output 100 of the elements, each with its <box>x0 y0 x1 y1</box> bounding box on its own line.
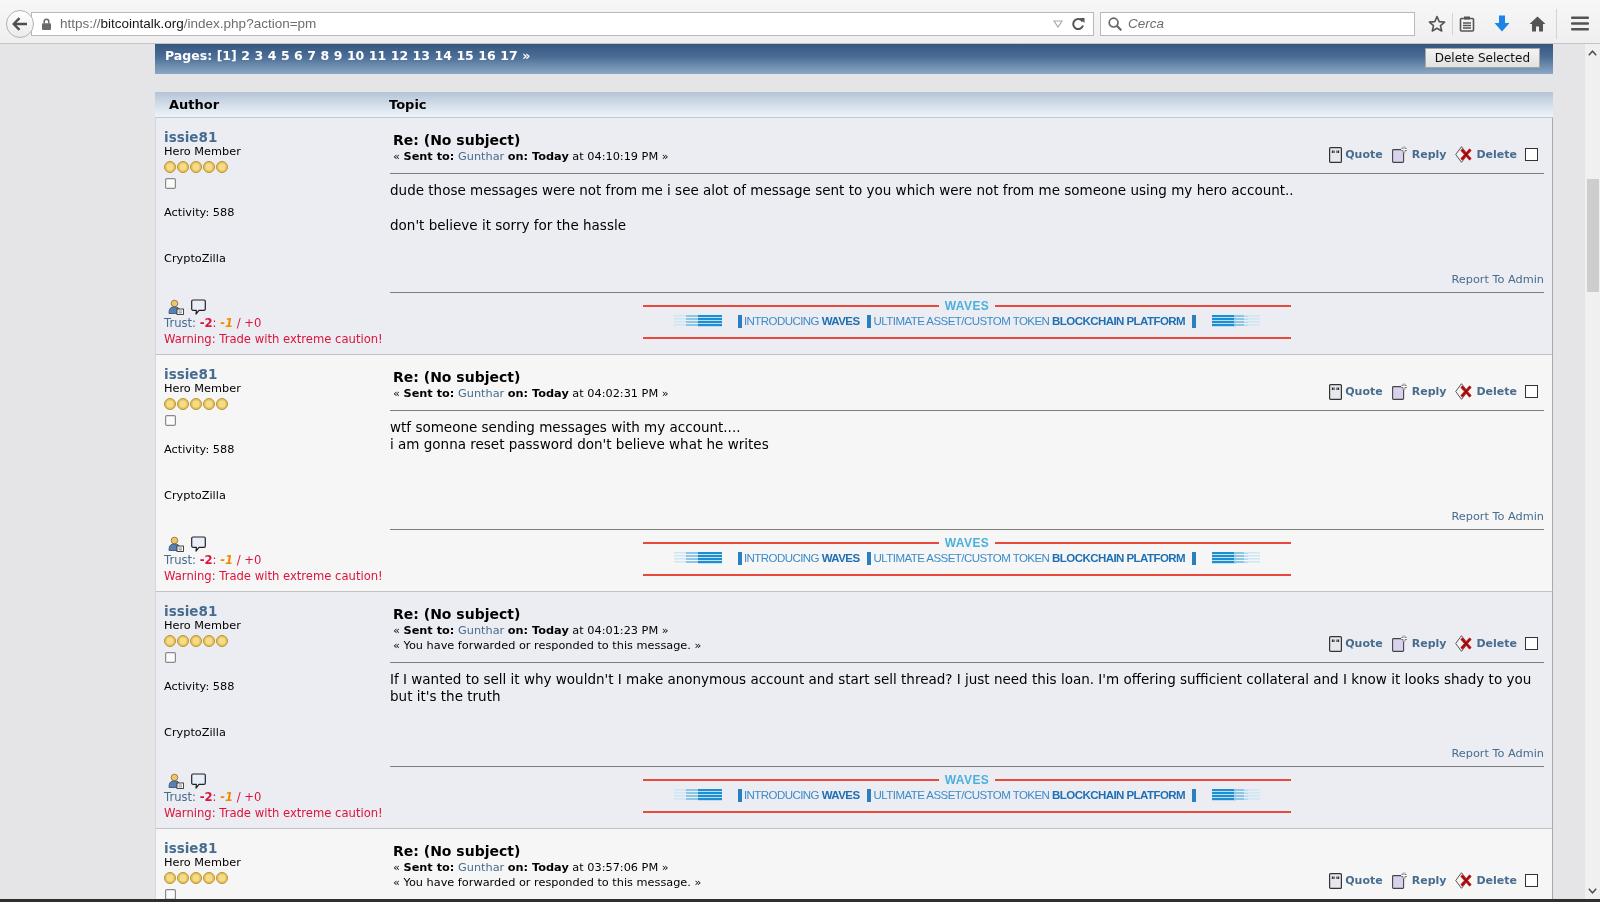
search-field[interactable]: Cerca <box>1100 11 1415 36</box>
clipboard-icon[interactable] <box>1459 15 1475 32</box>
report-link[interactable]: Report To Admin <box>1451 746 1544 761</box>
up-caret-icon[interactable] <box>1588 50 1597 56</box>
page-link[interactable]: 6 <box>294 48 303 64</box>
page-plus-icon <box>1391 872 1409 889</box>
page-link[interactable]: [1] <box>216 48 237 64</box>
page-link[interactable]: 14 <box>434 48 452 64</box>
select-checkbox[interactable] <box>1525 385 1538 398</box>
signature-banner[interactable]: WAVES INTRODUCING WAVES ULTIMATE ASSET/CUSTOM TOKEN BLOCKCHAIN PLATFORM <box>643 767 1291 813</box>
page-link[interactable]: 2 <box>241 48 250 64</box>
menu-icon[interactable] <box>1571 16 1589 31</box>
scrollbar[interactable] <box>1584 44 1600 899</box>
down-caret-icon[interactable] <box>1588 888 1597 894</box>
sent-date: on: Today at 03:57:06 PM » <box>507 861 669 874</box>
message-text: dude those messages were not from me i see alot of message sent to you which were not from me someone using my hero account.. <box>390 182 1295 200</box>
reload-icon[interactable] <box>1071 16 1085 31</box>
delete-link[interactable]: Delete <box>1455 146 1517 163</box>
message-subject: Re: (No subject) <box>393 842 521 860</box>
author-name[interactable]: issie81 <box>164 129 218 145</box>
page-plus-icon <box>1391 635 1409 652</box>
page-link[interactable]: 8 <box>320 48 330 64</box>
quote-link[interactable]: Quote <box>1329 872 1383 889</box>
wave-stripes-icon <box>673 552 722 564</box>
banner-text: ULTIMATE ASSET/CUSTOM TOKEN BLOCKCHAIN PLATFORM <box>873 788 1186 803</box>
delete-selected-button[interactable]: Delete Selected <box>1424 48 1540 68</box>
coin-icon <box>203 161 215 173</box>
delete-link[interactable]: Delete <box>1455 872 1517 889</box>
author-name[interactable]: issie81 <box>164 840 218 856</box>
page-link[interactable]: 12 <box>390 48 409 64</box>
delete-link[interactable]: Delete <box>1455 383 1517 400</box>
sent-to-label: « Sent to: <box>393 624 455 637</box>
quote-icon <box>1329 383 1343 400</box>
coin-icon <box>177 398 189 410</box>
report-link[interactable]: Report To Admin <box>1451 272 1544 287</box>
activity-count: Activity: 588 <box>164 206 235 220</box>
scrollbar-thumb[interactable] <box>1586 179 1599 292</box>
select-checkbox[interactable] <box>1525 874 1538 887</box>
profile-icon[interactable] <box>168 773 184 789</box>
recipient-link[interactable]: Gunthar <box>457 387 505 400</box>
recipient-link[interactable]: Gunthar <box>457 861 505 874</box>
select-checkbox[interactable] <box>1525 148 1538 161</box>
coin-icon <box>203 635 215 647</box>
page-link[interactable]: 11 <box>368 48 387 64</box>
author-name[interactable]: issie81 <box>164 603 218 619</box>
page-link[interactable]: 16 <box>478 48 496 64</box>
reply-link[interactable]: Reply <box>1391 146 1447 163</box>
message-subject: Re: (No subject) <box>393 605 521 623</box>
select-checkbox[interactable] <box>1525 637 1538 650</box>
profile-icon[interactable] <box>168 536 184 552</box>
forwarded-note: « You have forwarded or responded to this message. » <box>393 638 702 653</box>
sent-to-label: « Sent to: <box>393 387 455 400</box>
home-icon[interactable] <box>1529 15 1546 32</box>
coin-icon <box>164 872 176 884</box>
page-link[interactable]: 5 <box>280 48 290 64</box>
quote-link[interactable]: Quote <box>1329 383 1383 400</box>
coin-icon <box>190 161 202 173</box>
coin-icon <box>164 161 176 173</box>
page-link[interactable]: 13 <box>412 48 430 64</box>
speech-bubble-icon[interactable] <box>191 299 206 315</box>
signature-banner[interactable]: WAVES INTRODUCING WAVES ULTIMATE ASSET/CUSTOM TOKEN BLOCKCHAIN PLATFORM <box>643 530 1291 576</box>
delete-link[interactable]: Delete <box>1455 635 1517 652</box>
speech-bubble-icon[interactable] <box>191 536 206 552</box>
banner-title: WAVES <box>944 536 990 550</box>
banner-text: INTRODUCING WAVES <box>743 788 860 803</box>
back-button[interactable] <box>6 9 34 38</box>
member-rank: Hero Member <box>164 382 241 396</box>
download-icon[interactable] <box>1494 15 1510 32</box>
bookmark-star-icon[interactable] <box>1428 14 1446 33</box>
recipient-link[interactable]: Gunthar <box>457 624 505 637</box>
page-link[interactable]: » <box>522 48 531 64</box>
author-name[interactable]: issie81 <box>164 366 218 382</box>
page-link[interactable]: 3 <box>254 48 264 64</box>
signature-banner[interactable]: WAVES INTRODUCING WAVES ULTIMATE ASSET/CUSTOM TOKEN BLOCKCHAIN PLATFORM <box>643 293 1291 339</box>
sent-date: on: Today at 04:02:31 PM » <box>507 387 669 400</box>
message-subject: Re: (No subject) <box>393 131 521 149</box>
recipient-link[interactable]: Gunthar <box>457 150 505 163</box>
trust-score: Trust: -2: -1 / +0 <box>164 553 262 568</box>
profile-icon[interactable] <box>168 299 184 315</box>
quote-link[interactable]: Quote <box>1329 146 1383 163</box>
reply-link[interactable]: Reply <box>1391 383 1447 400</box>
page-link[interactable]: 9 <box>333 48 343 64</box>
page-link[interactable]: 4 <box>267 48 277 64</box>
page-link[interactable]: 17 <box>500 48 518 64</box>
reply-link[interactable]: Reply <box>1391 872 1447 889</box>
speech-bubble-icon[interactable] <box>191 773 206 789</box>
delete-icon <box>1455 872 1474 889</box>
member-rank: Hero Member <box>164 145 241 159</box>
page-link[interactable]: 15 <box>456 48 474 64</box>
trust-score: Trust: -2: -1 / +0 <box>164 316 262 331</box>
report-link[interactable]: Report To Admin <box>1451 509 1544 524</box>
page-link[interactable]: 10 <box>346 48 365 64</box>
coin-icon <box>164 635 176 647</box>
quote-link[interactable]: Quote <box>1329 635 1383 652</box>
banner-title: WAVES <box>944 773 990 787</box>
address-bar[interactable]: https://bitcointalk.org/index.php?action=pm <box>31 11 1094 36</box>
page-plus-icon <box>1391 383 1409 400</box>
coin-icon <box>216 635 228 647</box>
page-link[interactable]: 7 <box>307 48 316 64</box>
reply-link[interactable]: Reply <box>1391 635 1447 652</box>
